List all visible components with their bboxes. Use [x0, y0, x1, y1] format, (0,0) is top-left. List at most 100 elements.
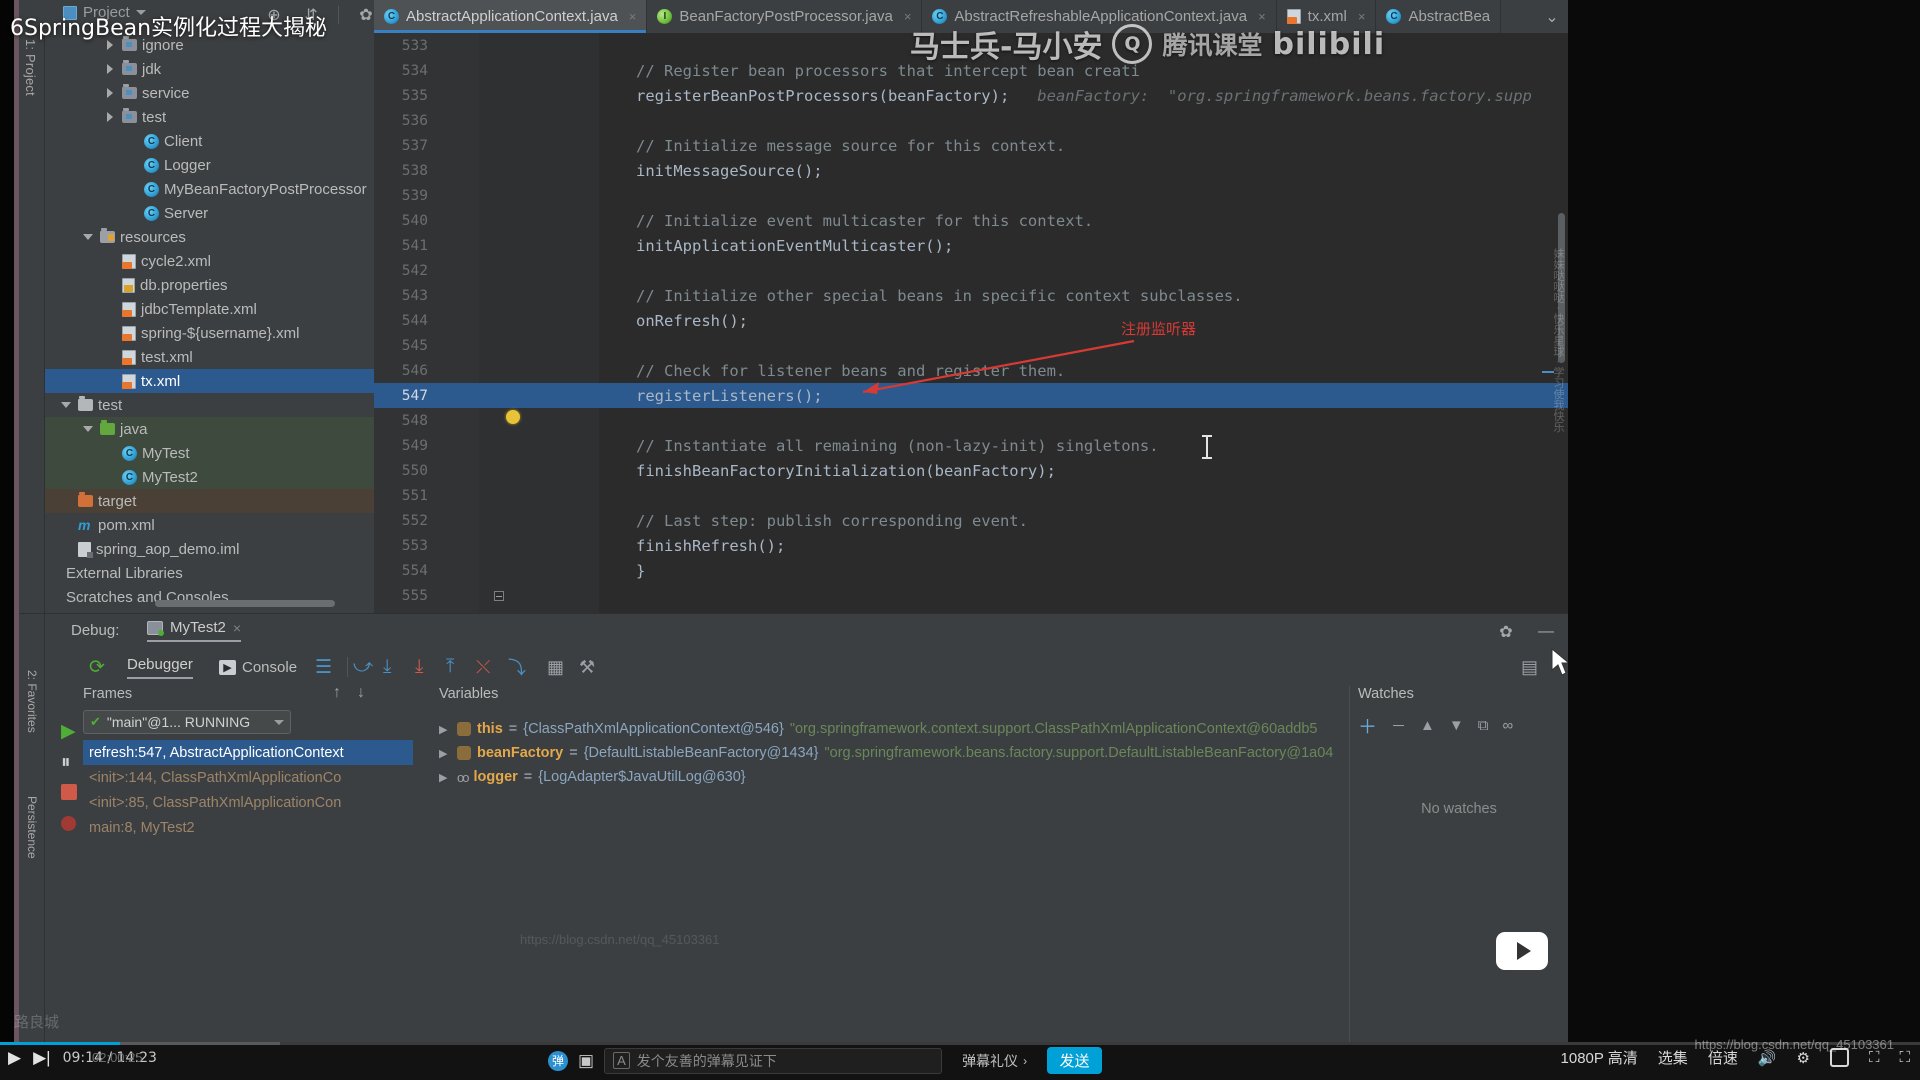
editor-tab-abstractapplicationcontext[interactable]: AbstractApplicationContext.java ×: [374, 0, 648, 33]
code-line[interactable]: 540 // Initialize event multicaster for t…: [374, 208, 1568, 233]
code-line[interactable]: 542: [374, 258, 1568, 283]
font-size-icon[interactable]: A: [613, 1052, 630, 1069]
project-horizontal-scrollbar[interactable]: [155, 600, 335, 607]
variable-row[interactable]: ▶ oo logger = {LogAdapter$JavaUtilLog@630}: [439, 765, 1339, 789]
run-to-cursor-icon[interactable]: ⤵: [508, 654, 526, 680]
code-line[interactable]: 555: [374, 583, 1568, 608]
tree-item[interactable]: test.xml: [45, 345, 374, 369]
step-over-icon[interactable]: ⤻: [353, 656, 373, 678]
tree-item[interactable]: test: [45, 393, 374, 417]
code-line[interactable]: 535 registerBeanPostProcessors(beanFactor…: [374, 83, 1568, 108]
code-line[interactable]: 554}: [374, 558, 1568, 583]
editor-tab-beanfactorypostprocessor[interactable]: BeanFactoryPostProcessor.java ×: [647, 0, 923, 33]
danmaku-toggle-icon[interactable]: 弹: [548, 1050, 568, 1071]
send-danmaku-button[interactable]: 发送: [1047, 1047, 1103, 1074]
variables-list[interactable]: ▶ this = {ClassPathXmlApplicationContext@54…: [439, 717, 1339, 789]
tree-item[interactable]: Logger: [45, 153, 374, 177]
close-icon[interactable]: ×: [629, 9, 637, 24]
step-out-icon[interactable]: ⤒: [446, 656, 454, 678]
move-down-icon[interactable]: ▼: [1449, 717, 1464, 734]
danmaku-etiquette-button[interactable]: 弹幕礼仪 ›: [952, 1048, 1037, 1074]
next-episode-button[interactable]: ▶|: [33, 1048, 51, 1068]
copy-icon[interactable]: ⧉: [1478, 717, 1489, 734]
link-icon[interactable]: ∞: [1502, 717, 1513, 734]
chevron-down-icon[interactable]: [61, 399, 73, 411]
tree-item[interactable]: MyTest: [45, 441, 374, 465]
code-line[interactable]: 553 finishRefresh();: [374, 533, 1568, 558]
pause-icon[interactable]: ⏸: [61, 752, 71, 774]
tree-item[interactable]: jdk: [45, 57, 374, 81]
tree-item[interactable]: cycle2.xml: [45, 249, 374, 273]
step-into-icon[interactable]: ⤓: [383, 656, 391, 678]
episode-selector[interactable]: 选集: [1658, 1047, 1688, 1068]
resume-icon[interactable]: ▶: [61, 720, 76, 743]
danmaku-input[interactable]: A 发个友善的弹幕见证下: [604, 1047, 943, 1074]
intention-bulb-icon[interactable]: [506, 410, 520, 424]
gear-icon[interactable]: ✿: [1496, 622, 1516, 642]
stop-icon[interactable]: [61, 784, 77, 800]
close-icon[interactable]: ×: [233, 620, 241, 636]
editor-tab-abstractbean[interactable]: AbstractBea: [1376, 0, 1502, 33]
tree-item[interactable]: test: [45, 105, 374, 129]
code-line[interactable]: 548: [374, 408, 1568, 433]
arrow-down-icon[interactable]: ↓: [357, 684, 365, 702]
tree-item[interactable]: spring-${username}.xml: [45, 321, 374, 345]
tree-item[interactable]: MyTest2: [45, 465, 374, 489]
settings-icon[interactable]: ⚒: [579, 657, 595, 678]
frame-row[interactable]: main:8, MyTest2: [83, 815, 413, 840]
tree-item[interactable]: jdbcTemplate.xml: [45, 297, 374, 321]
variable-row[interactable]: ▶ beanFactory = {DefaultListableBeanFactory…: [439, 741, 1339, 765]
tree-item[interactable]: MyBeanFactoryPostProcessor: [45, 177, 374, 201]
tree-item[interactable]: m pom.xml: [45, 513, 374, 537]
debug-session-tab[interactable]: MyTest2 ×: [147, 619, 242, 642]
drop-frame-icon[interactable]: ⤬: [476, 657, 490, 678]
gear-icon[interactable]: ✿: [356, 5, 376, 25]
progress-bar[interactable]: [0, 1042, 1920, 1045]
project-tree-panel[interactable]: ignorejdkservicetestClientLoggerMyBeanFa…: [45, 33, 374, 613]
layout-icon[interactable]: ☰: [315, 656, 332, 679]
play-button[interactable]: ▶: [8, 1048, 21, 1068]
tree-item[interactable]: java: [45, 417, 374, 441]
frame-row[interactable]: <init>:144, ClassPathXmlApplicationCo: [83, 765, 413, 790]
code-line[interactable]: 551: [374, 483, 1568, 508]
tree-item[interactable]: Client: [45, 129, 374, 153]
frame-row[interactable]: refresh:547, AbstractApplicationContext: [83, 740, 413, 765]
chevron-right-icon[interactable]: [105, 87, 117, 99]
code-line[interactable]: 541 initApplicationEventMulticaster();: [374, 233, 1568, 258]
code-fold-marker[interactable]: [494, 591, 504, 601]
chevron-right-icon[interactable]: ▶: [439, 771, 451, 784]
variable-row[interactable]: ▶ this = {ClassPathXmlApplicationContext@54…: [439, 717, 1339, 741]
tab-debugger[interactable]: Debugger: [127, 656, 193, 679]
restore-layout-icon[interactable]: ▤: [1521, 657, 1538, 678]
remove-watch-icon[interactable]: －: [1391, 715, 1406, 736]
code-line[interactable]: 543 // Initialize other special beans in …: [374, 283, 1568, 308]
code-line[interactable]: 544 onRefresh();: [374, 308, 1568, 333]
chevron-down-icon[interactable]: [83, 231, 95, 243]
chevron-right-icon[interactable]: ▶: [439, 723, 451, 736]
danmaku-settings-icon[interactable]: ▣: [578, 1051, 594, 1071]
breakpoints-icon[interactable]: [61, 816, 76, 831]
chevron-right-icon[interactable]: [105, 63, 117, 75]
project-strip-label[interactable]: 1: Project: [23, 39, 38, 96]
persistence-strip-label[interactable]: Persistence: [25, 796, 39, 859]
tree-item[interactable]: spring_aop_demo.iml: [45, 537, 374, 561]
tree-item[interactable]: resources: [45, 225, 374, 249]
add-watch-icon[interactable]: ＋: [1358, 712, 1377, 739]
frames-list[interactable]: refresh:547, AbstractApplicationContext <…: [83, 740, 413, 840]
rerun-icon[interactable]: ⟳: [89, 656, 105, 679]
chevron-down-icon[interactable]: [274, 719, 284, 725]
tree-item[interactable]: External Libraries: [45, 561, 374, 585]
code-lines[interactable]: 533 534// Register bean processors that i…: [374, 33, 1568, 630]
chevron-down-icon[interactable]: [83, 423, 95, 435]
code-line[interactable]: 537 // Initialize message source for this…: [374, 133, 1568, 158]
thread-selector[interactable]: ✔ "main"@1... RUNNING: [83, 710, 291, 734]
code-line[interactable]: 552 // Last step: publish corresponding e…: [374, 508, 1568, 533]
code-line[interactable]: 550 finishBeanFactoryInitialization(beanF…: [374, 458, 1568, 483]
arrow-up-icon[interactable]: ↑: [333, 684, 341, 702]
code-editor[interactable]: 533 534// Register bean processors that i…: [374, 33, 1568, 630]
frame-row[interactable]: <init>:85, ClassPathXmlApplicationCon: [83, 790, 413, 815]
code-line[interactable]: 536: [374, 108, 1568, 133]
chevron-right-icon[interactable]: ▶: [439, 747, 451, 760]
tree-item[interactable]: service: [45, 81, 374, 105]
tab-console[interactable]: ▶ Console: [219, 659, 297, 676]
